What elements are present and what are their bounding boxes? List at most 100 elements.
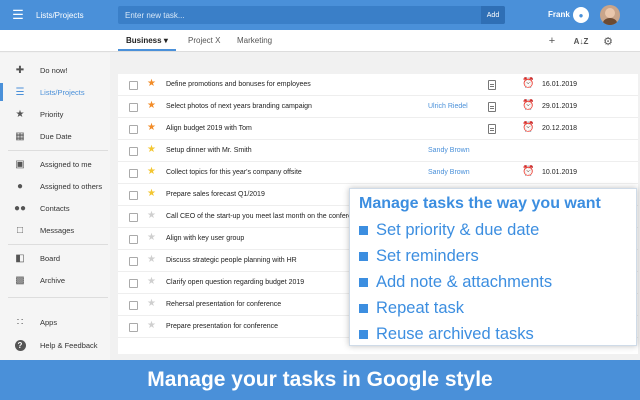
bullet-square-icon xyxy=(359,329,368,339)
task-title[interactable]: Call CEO of the start-up you meet last m… xyxy=(166,213,363,220)
tab-project-x[interactable]: Project X xyxy=(188,36,220,45)
active-tab-indicator xyxy=(118,49,176,51)
task-checkbox[interactable] xyxy=(129,279,138,288)
sidebar-item-contacts[interactable]: ●● Contacts xyxy=(0,197,110,219)
callout-item-text: Repeat task xyxy=(376,298,465,317)
sidebar-item-apps[interactable]: ∷ Apps xyxy=(0,311,110,333)
task-row[interactable]: ★ Align budget 2019 with Tom ⏰ 20.12.2018 xyxy=(118,118,638,140)
sidebar-item-lists-projects[interactable]: ☰ Lists/Projects xyxy=(0,81,110,103)
task-row[interactable]: ★ Collect topics for this year's company … xyxy=(118,162,638,184)
task-assignee[interactable]: Ulrich Riedel xyxy=(428,103,468,110)
tab-marketing[interactable]: Marketing xyxy=(237,36,272,45)
task-checkbox[interactable] xyxy=(129,191,138,200)
priority-star-icon[interactable]: ★ xyxy=(147,321,156,331)
task-title[interactable]: Setup dinner with Mr. Smith xyxy=(166,147,252,154)
sidebar-item-assigned-to-me[interactable]: ▣ Assigned to me xyxy=(0,153,110,175)
tab-business[interactable]: Business ▾ xyxy=(126,36,168,45)
priority-star-icon[interactable]: ★ xyxy=(147,233,156,243)
sidebar-item-label: Due Date xyxy=(40,131,72,141)
task-title[interactable]: Rehersal presentation for conference xyxy=(166,301,281,308)
archive-icon: ▩ xyxy=(15,274,25,286)
sidebar-item-label: Assigned to others xyxy=(40,181,103,191)
task-title[interactable]: Prepare sales forecast Q1/2019 xyxy=(166,191,265,198)
gear-icon[interactable]: ⚙ xyxy=(601,34,615,48)
callout-item: Reuse archived tasks xyxy=(359,322,534,346)
priority-star-icon[interactable]: ★ xyxy=(147,123,156,133)
task-title[interactable]: Align budget 2019 with Tom xyxy=(166,125,252,132)
priority-star-icon[interactable]: ★ xyxy=(147,101,156,111)
new-task-input[interactable] xyxy=(118,10,478,20)
hamburger-menu-icon[interactable]: ☰ xyxy=(0,0,36,30)
priority-star-icon[interactable]: ★ xyxy=(147,299,156,309)
callout-item-text: Add note & attachments xyxy=(376,272,553,291)
task-checkbox[interactable] xyxy=(129,235,138,244)
priority-star-icon[interactable]: ★ xyxy=(147,79,156,89)
sidebar-item-board[interactable]: ◧ Board xyxy=(0,247,110,269)
add-list-icon[interactable]: + xyxy=(545,34,559,48)
sidebar-item-archive[interactable]: ▩ Archive xyxy=(0,269,110,291)
sidebar-divider xyxy=(8,244,108,245)
alarm-clock-icon[interactable]: ⏰ xyxy=(522,123,534,133)
chevron-down-icon: ▾ xyxy=(163,36,168,45)
task-checkbox[interactable] xyxy=(129,81,138,90)
sidebar-item-assigned-to-others[interactable]: ● Assigned to others xyxy=(0,175,110,197)
callout-item: Add note & attachments xyxy=(359,270,552,294)
task-title[interactable]: Align with key user group xyxy=(166,235,244,242)
task-checkbox[interactable] xyxy=(129,103,138,112)
callout-item: Repeat task xyxy=(359,296,464,320)
task-row[interactable]: ★ Select photos of next years branding ca… xyxy=(118,96,638,118)
task-due-date: 10.01.2019 xyxy=(542,169,578,176)
task-assignee[interactable]: Sandy Brown xyxy=(428,169,470,176)
priority-star-icon[interactable]: ★ xyxy=(147,277,156,287)
sidebar-item-help-feedback[interactable]: ? Help & Feedback xyxy=(0,334,110,356)
task-due-date: 16.01.2019 xyxy=(542,81,578,88)
sort-az-icon[interactable]: A↓Z xyxy=(574,34,589,48)
notification-bell-icon[interactable]: ● xyxy=(573,7,589,23)
priority-star-icon[interactable]: ★ xyxy=(147,145,156,155)
bullet-square-icon xyxy=(359,225,368,235)
priority-star-icon[interactable]: ★ xyxy=(147,255,156,265)
callout-item: Set priority & due date xyxy=(359,218,539,242)
task-checkbox[interactable] xyxy=(129,169,138,178)
task-checkbox[interactable] xyxy=(129,125,138,134)
app-title: Lists/Projects xyxy=(36,10,84,20)
note-icon[interactable] xyxy=(488,102,496,112)
task-due-date: 29.01.2019 xyxy=(542,103,578,110)
task-checkbox[interactable] xyxy=(129,323,138,332)
alarm-clock-icon[interactable]: ⏰ xyxy=(522,101,534,111)
user-name[interactable]: Frank xyxy=(548,10,570,19)
task-assignee[interactable]: Sandy Brown xyxy=(428,147,470,154)
priority-star-icon[interactable]: ★ xyxy=(147,189,156,199)
priority-star-icon[interactable]: ★ xyxy=(147,211,156,221)
avatar[interactable] xyxy=(600,5,620,25)
task-title[interactable]: Prepare presentation for conference xyxy=(166,323,278,330)
priority-star-icon[interactable]: ★ xyxy=(147,167,156,177)
task-title[interactable]: Define promotions and bonuses for employ… xyxy=(166,81,311,88)
task-title[interactable]: Collect topics for this year's company o… xyxy=(166,169,302,176)
sidebar-item-label: Lists/Projects xyxy=(40,87,85,97)
calendar-icon: ▦ xyxy=(15,130,25,142)
alarm-clock-icon[interactable]: ⏰ xyxy=(522,167,534,177)
alarm-clock-icon[interactable]: ⏰ xyxy=(522,79,534,89)
task-row[interactable]: ★ Define promotions and bonuses for emplo… xyxy=(118,74,638,96)
sidebar-item-label: Apps xyxy=(40,317,58,327)
people-icon: ●● xyxy=(13,202,27,214)
task-title[interactable]: Select photos of next years branding cam… xyxy=(166,103,312,110)
task-checkbox[interactable] xyxy=(129,301,138,310)
task-title[interactable]: Clarify open question regarding budget 2… xyxy=(166,279,304,286)
task-checkbox[interactable] xyxy=(129,147,138,156)
task-checkbox[interactable] xyxy=(129,213,138,222)
sidebar-item-label: Contacts xyxy=(40,203,70,213)
add-task-button[interactable]: Add xyxy=(481,6,505,24)
task-row[interactable]: ★ Setup dinner with Mr. Smith Sandy Brown xyxy=(118,140,638,162)
note-icon[interactable] xyxy=(488,124,496,134)
sidebar-item-messages[interactable]: □ Messages xyxy=(0,219,110,241)
sidebar-item-label: Priority xyxy=(40,109,64,119)
sidebar-item-priority[interactable]: ★ Priority xyxy=(0,103,110,125)
task-title[interactable]: Discuss strategic people planning with H… xyxy=(166,257,297,264)
sidebar-item-label: Help & Feedback xyxy=(40,340,98,350)
sidebar-item-due-date[interactable]: ▦ Due Date xyxy=(0,125,110,147)
sidebar-item-do-now[interactable]: ✚ Do now! xyxy=(0,59,110,81)
note-icon[interactable] xyxy=(488,80,496,90)
task-checkbox[interactable] xyxy=(129,257,138,266)
